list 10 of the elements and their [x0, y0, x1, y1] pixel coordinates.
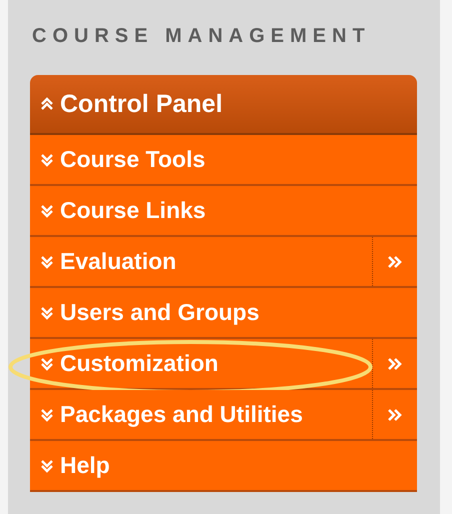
menu-item[interactable]: Course Links — [30, 186, 417, 235]
menu-item[interactable]: Help — [30, 441, 417, 490]
flyout-arrow-icon[interactable] — [387, 356, 403, 370]
section-heading: COURSE MANAGEMENT — [32, 26, 372, 46]
menu-header[interactable]: Control Panel — [30, 75, 417, 135]
menu-item[interactable]: Course Tools — [30, 135, 417, 184]
menu-header-label: Control Panel — [60, 92, 223, 116]
menu-item[interactable]: Users and Groups — [30, 288, 417, 337]
flyout-arrow-icon[interactable] — [387, 254, 403, 268]
flyout-arrow-icon[interactable] — [387, 408, 403, 422]
